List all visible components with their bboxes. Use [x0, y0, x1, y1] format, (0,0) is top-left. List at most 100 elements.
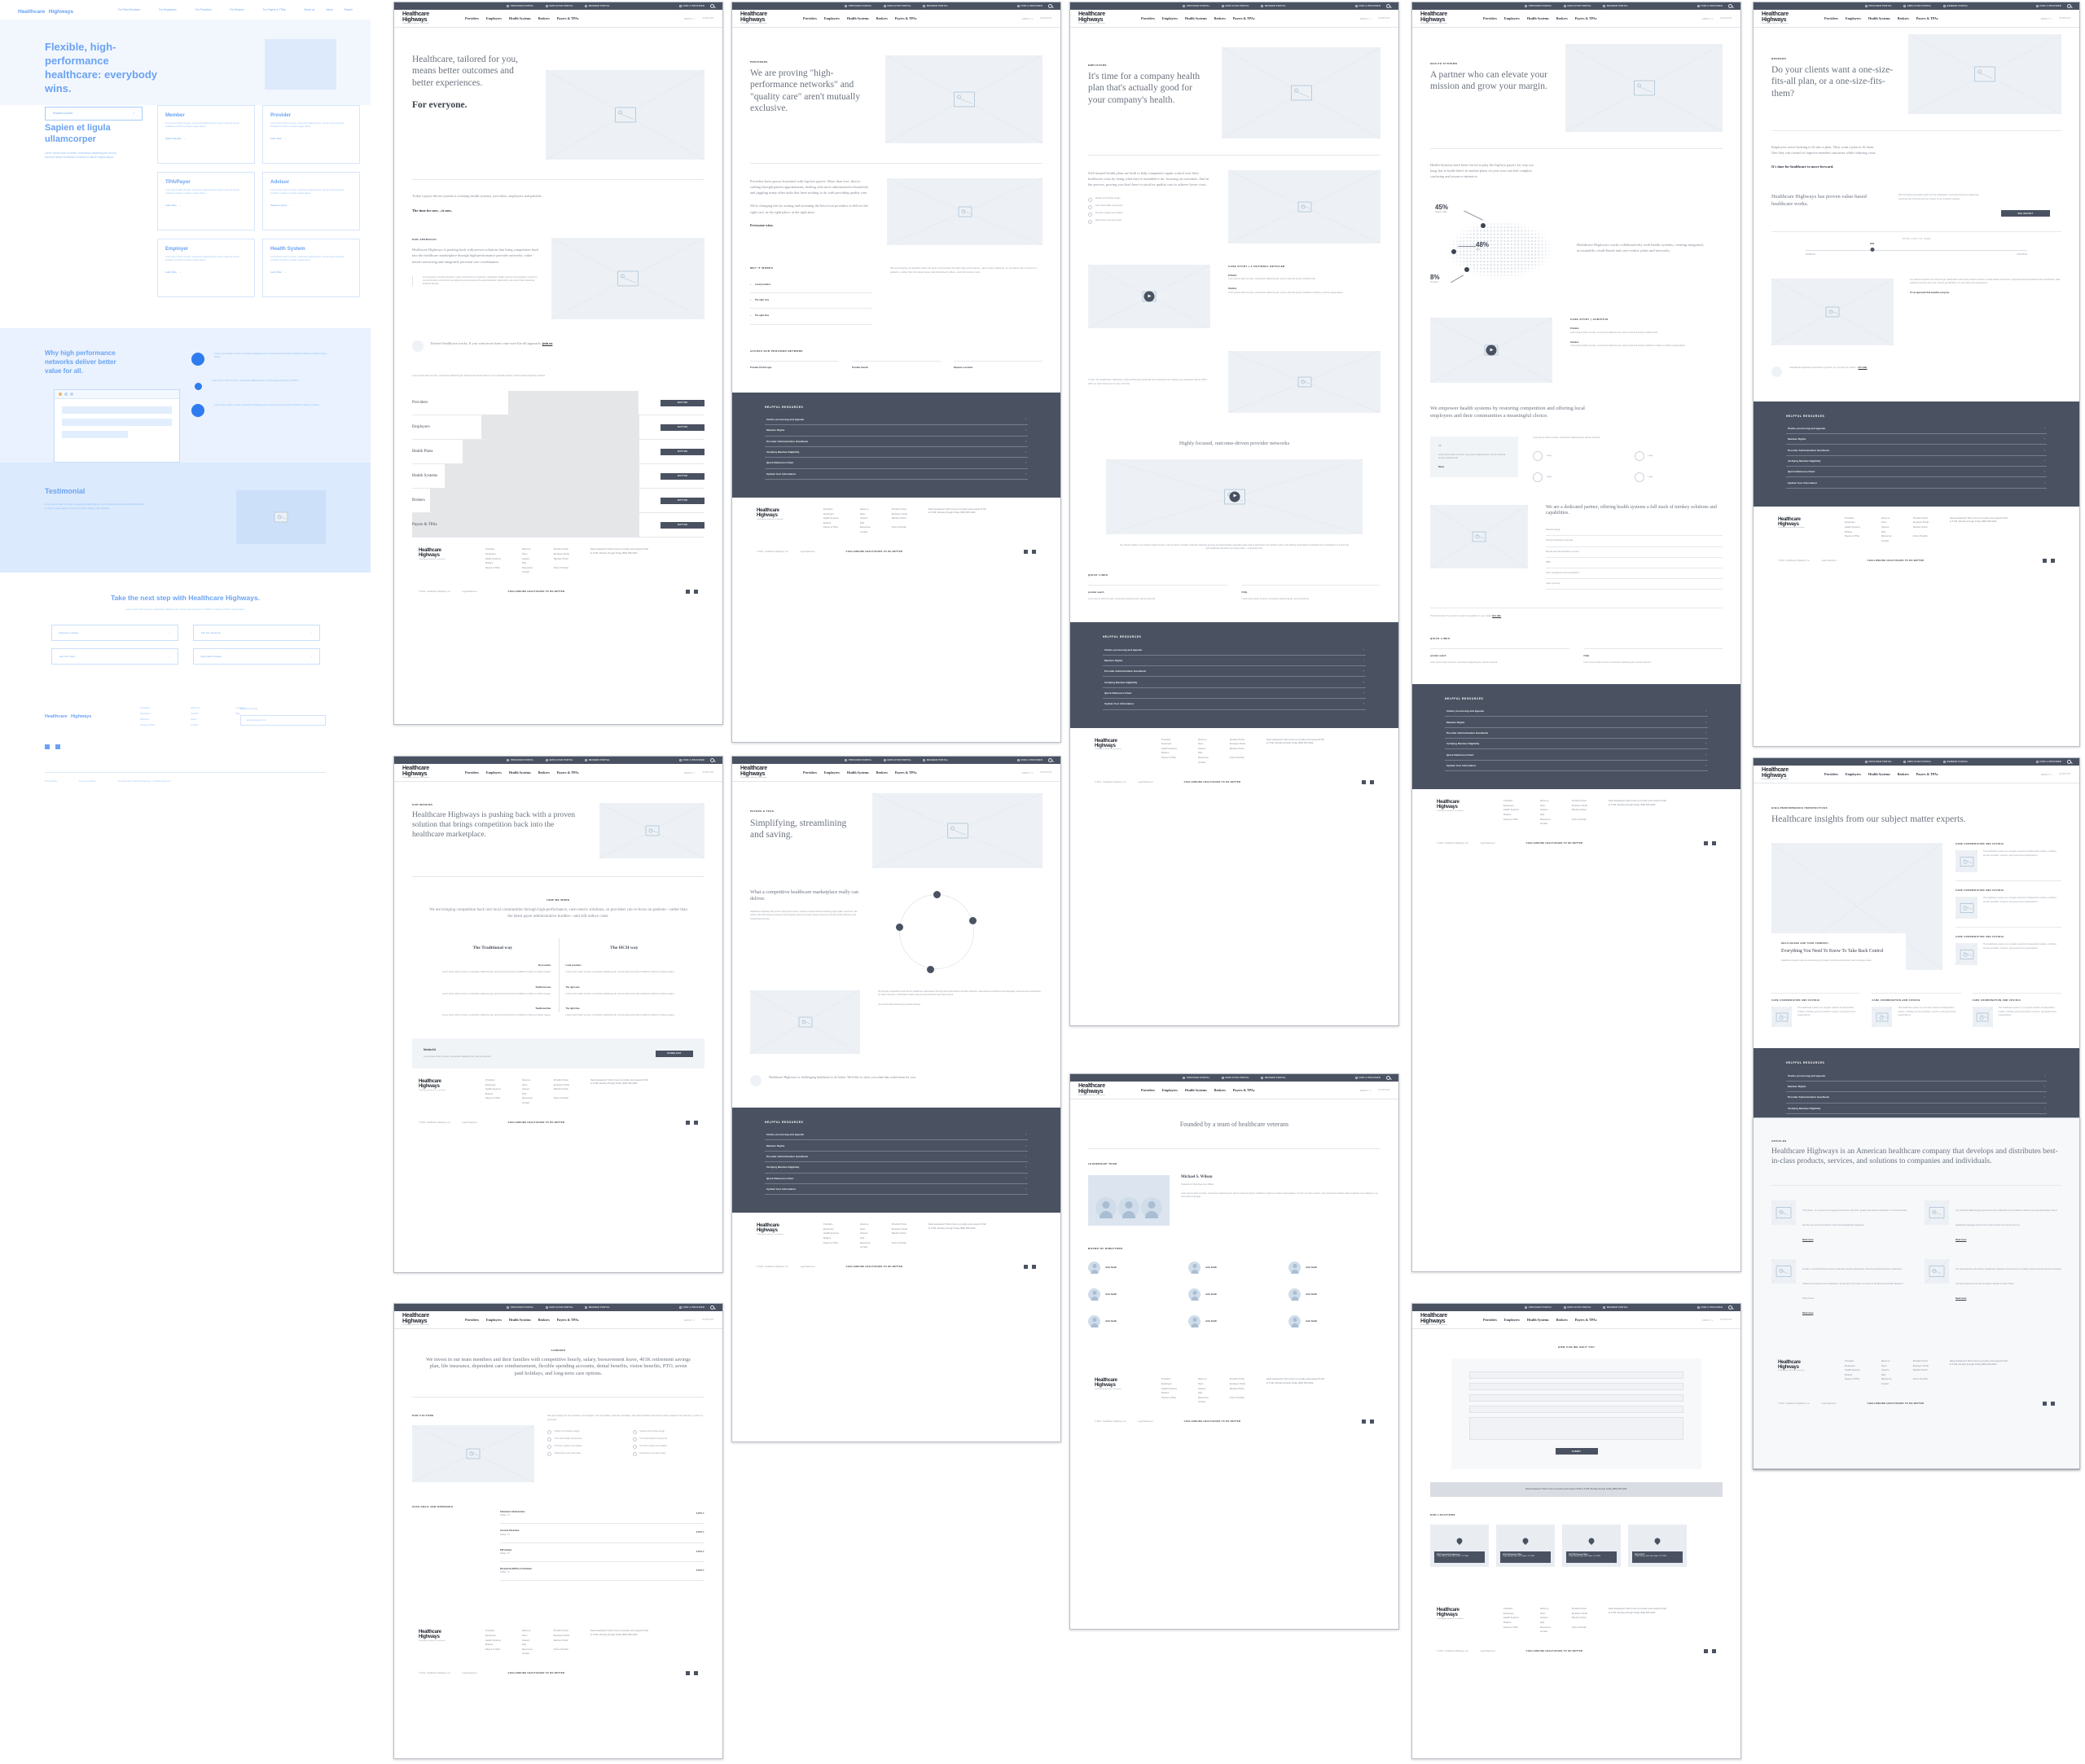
utility-provider-portal[interactable]: PROVIDER PORTAL	[507, 759, 534, 761]
resource-row[interactable]: Member Rights ›	[1445, 717, 1708, 728]
nav-item-brokers[interactable]: Brokers	[1214, 16, 1226, 20]
twitter-icon[interactable]	[686, 590, 690, 595]
footer-link[interactable]: Members	[140, 718, 155, 721]
nav-item-providers[interactable]: Providers	[1483, 16, 1497, 20]
feature-card[interactable]: HEALTHCARE AND YOUR COMPANY: Everything …	[1771, 932, 1906, 974]
slider-handle[interactable]	[1870, 248, 1875, 252]
nav-item-payers[interactable]: Payers & TPAs	[557, 770, 579, 774]
search-icon[interactable]	[1386, 1076, 1390, 1080]
linkedin-icon[interactable]	[1032, 1265, 1036, 1270]
linkedin-icon[interactable]	[55, 744, 60, 750]
nav-item-contact[interactable]: CONTACT	[1378, 1089, 1390, 1092]
search-icon[interactable]	[1048, 4, 1052, 8]
nav-item-health-systems[interactable]: Health Systems	[1868, 772, 1890, 776]
footer-link[interactable]: Contact	[191, 724, 200, 726]
nav-item-contact[interactable]: CONTACT	[1040, 17, 1052, 20]
footer-link[interactable]: Health Systems	[485, 558, 501, 560]
quick-link-card[interactable]: FAQs Lorem ipsum dolor sit amet, consecte…	[1241, 584, 1380, 601]
nav-item-brokers[interactable]: Brokers	[1214, 1088, 1226, 1092]
article-link[interactable]: Read more	[1802, 1312, 1813, 1314]
footer-link[interactable]: FAQ	[522, 562, 533, 564]
nav-item-about[interactable]: ABOUT ▾	[2041, 17, 2052, 20]
nav-item-providers[interactable]: Providers	[465, 770, 479, 774]
twitter-icon[interactable]	[1024, 1265, 1028, 1270]
footer-link[interactable]: Provider Portal	[554, 548, 569, 551]
location-map-tile[interactable]: HCH LA Regional Office 1 Main Street, Sui…	[1496, 1525, 1555, 1568]
job-row[interactable]: EDI Analyst Dallas, TX APPLY	[500, 1543, 705, 1563]
article-item[interactable]: As May 1, Scott Morrissey became a Membe…	[1771, 1258, 1908, 1318]
logo[interactable]: Healthcare Highways Challenging healthcare…	[1078, 1083, 1105, 1097]
nav-item-providers[interactable]: Providers	[1824, 772, 1838, 776]
resource-row[interactable]: Claims processing and appeals ›	[765, 1130, 1028, 1141]
legal-link[interactable]: Legal Statement	[462, 1121, 476, 1124]
persona-card[interactable]: Member Lorem ipsum dolor sit amet, conse…	[157, 105, 255, 164]
video-placeholder[interactable]	[1088, 265, 1210, 328]
nav-item-brokers[interactable]: Brokers	[538, 1318, 550, 1322]
nav-item-health-systems[interactable]: Health Systems	[1527, 16, 1549, 20]
resource-row[interactable]: Member Rights ›	[765, 425, 1028, 437]
nav-item-brokers[interactable]: Brokers	[1556, 1318, 1568, 1322]
location-map-tile[interactable]: HCH Corporate Headquarters 1 Main Street,…	[1430, 1525, 1489, 1568]
nav-item-employers[interactable]: Employers	[824, 16, 840, 20]
logo[interactable]: Healthcare Highways Challenging healthcare…	[1762, 11, 1789, 25]
job-apply-link[interactable]: APPLY	[696, 1531, 705, 1534]
resource-row[interactable]: Claims processing and appeals ›	[1786, 423, 2047, 434]
resource-row[interactable]: Verifying Member Eligibility ›	[765, 1162, 1028, 1174]
job-row[interactable]: Account Executive Dallas, TX APPLY	[500, 1524, 705, 1543]
resource-row[interactable]: Provider Administration Handbook ›	[765, 1152, 1028, 1163]
footer-link[interactable]: Resources	[522, 567, 533, 569]
cta-button[interactable]: Join Our Team ›	[50, 648, 178, 665]
resource-row[interactable]: Update Your Information ›	[765, 469, 1028, 480]
nav-item-about[interactable]: ABOUT ▾	[1360, 1089, 1371, 1092]
nav-item-contact[interactable]: CONTACT	[1720, 17, 1732, 20]
nav-item-health-systems[interactable]: Health Systems	[847, 770, 869, 774]
nav-item-employers[interactable]: Employers	[824, 770, 840, 774]
persona-card[interactable]: Provider Lorem ipsum dolor sit amet, con…	[262, 105, 360, 164]
nav-item-brokers[interactable]: Brokers	[538, 770, 550, 774]
resource-row[interactable]: Quick Reference Chart›	[765, 458, 1028, 469]
nav-item[interactable]: For Payers & TPAs	[263, 8, 286, 11]
nav-item[interactable]: For Employers	[159, 8, 176, 11]
nav-item-payers[interactable]: Payers & TPAs	[1233, 16, 1255, 20]
linkedin-icon[interactable]	[1712, 841, 1716, 846]
job-row[interactable]: Receptionist/Office Coordinator Dallas, T…	[500, 1562, 705, 1582]
resource-row[interactable]: Claims processing and appeals ›	[765, 415, 1028, 426]
nav-item-providers[interactable]: Providers	[465, 16, 479, 20]
nav-item-employers[interactable]: Employers	[486, 1318, 502, 1322]
insight-card[interactable]: CARE COORDINATION AND COVID19 The health…	[1956, 881, 2061, 928]
twitter-icon[interactable]	[2043, 1401, 2047, 1406]
resource-row[interactable]: Provider Administration Handbook ›	[1103, 666, 1366, 678]
search-icon[interactable]	[2067, 760, 2071, 764]
footer-link[interactable]: Find a Provider	[554, 567, 569, 569]
insight-card[interactable]: CARE COORDINATION AND COVID19 The healthc…	[1771, 993, 1861, 1028]
bottom-line-link[interactable]: let's talk.	[1492, 615, 1501, 617]
footer-link[interactable]: Providers	[485, 548, 501, 551]
nav-item-employers[interactable]: Employers	[1504, 1318, 1520, 1322]
nav-item-contact[interactable]: CONTACT	[1720, 1319, 1732, 1322]
nav-item-about[interactable]: ABOUT ▾	[1360, 17, 1371, 20]
nav-item-contact[interactable]: CONTACT	[702, 1319, 714, 1322]
search-icon[interactable]	[1728, 4, 1732, 8]
linkedin-icon[interactable]	[694, 1120, 698, 1125]
nav-item-health-systems[interactable]: Health Systems	[1185, 16, 1207, 20]
nav-item-payers[interactable]: Payers & TPAs	[1575, 1318, 1597, 1322]
footer-link[interactable]: Employers	[485, 553, 501, 555]
row-button[interactable]: BUTTON	[661, 423, 705, 431]
nav-item-contact[interactable]: CONTACT	[1378, 17, 1390, 20]
footer-link[interactable]: Careers	[522, 558, 533, 560]
twitter-icon[interactable]	[1362, 1420, 1366, 1424]
download-button[interactable]: DOWNLOAD	[656, 1050, 693, 1057]
nav-item-brokers[interactable]: Brokers	[1556, 16, 1568, 20]
utility-provider-portal[interactable]: PROVIDER PORTAL	[507, 5, 534, 7]
form-field-email[interactable]	[1469, 1383, 1683, 1390]
nav-item-about[interactable]: ABOUT ▾	[1022, 771, 1033, 774]
resource-row[interactable]: Quick Reference Chart›	[765, 1174, 1028, 1184]
footer-link[interactable]: About Us	[191, 707, 200, 709]
linkedin-icon[interactable]	[694, 590, 698, 595]
nav-item-contact[interactable]: CONTACT	[1040, 771, 1052, 774]
callout-link[interactable]: join us	[542, 341, 553, 345]
utility-employer-portal[interactable]: EMPLOYER PORTAL	[545, 5, 574, 7]
resource-row[interactable]: Provider Administration Handbook ›	[1445, 728, 1708, 739]
resource-row[interactable]: Claims processing and appeals ›	[1103, 644, 1366, 656]
resource-row[interactable]: Verifying Member Eligibility ›	[1445, 739, 1708, 750]
